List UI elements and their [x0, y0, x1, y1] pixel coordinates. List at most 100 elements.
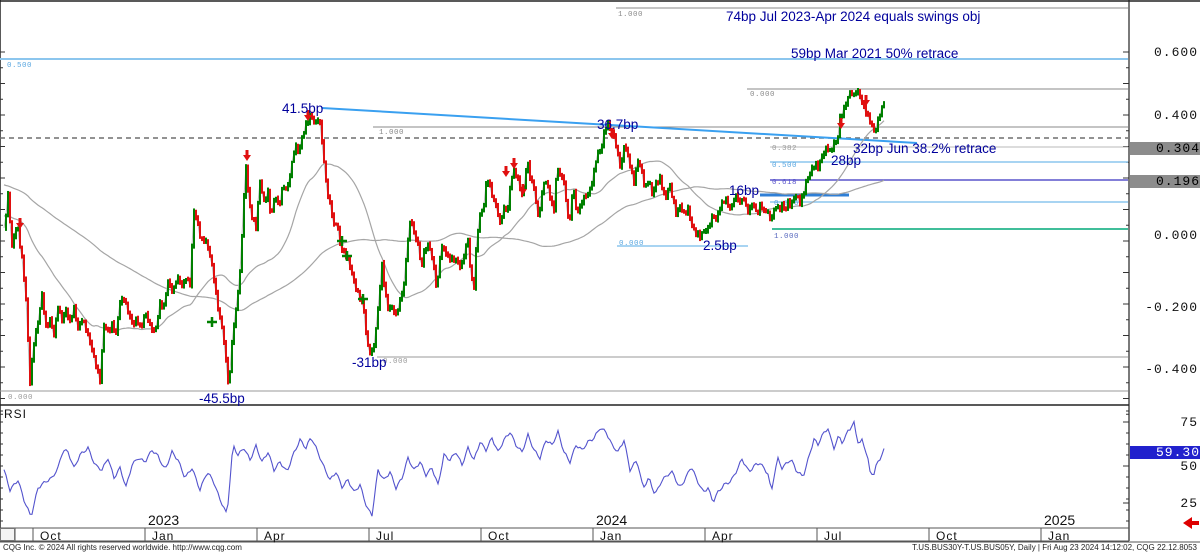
- price-bar: [767, 209, 769, 214]
- price-bar: [589, 187, 591, 197]
- price-bar: [29, 336, 31, 386]
- price-bar: [551, 195, 553, 206]
- month-label: Apr: [712, 530, 734, 542]
- fib-level-label[interactable]: 0.000: [750, 91, 775, 99]
- price-bar: [753, 202, 755, 208]
- price-bar: [873, 123, 875, 133]
- price-bar: [137, 316, 139, 326]
- price-bar: [207, 239, 209, 251]
- scroll-to-latest-arrow-icon[interactable]: [1183, 517, 1199, 529]
- fib-level-label[interactable]: 1.000: [774, 233, 799, 241]
- price-bar: [877, 116, 879, 132]
- price-bar: [449, 253, 451, 262]
- price-bar: [279, 200, 281, 206]
- price-bar: [775, 206, 777, 211]
- price-bar: [337, 223, 339, 231]
- month-label: Jan: [1048, 530, 1070, 542]
- price-bar: [453, 255, 455, 263]
- price-bar: [451, 255, 453, 263]
- price-bar: [411, 219, 413, 226]
- price-bar: [615, 133, 617, 148]
- price-bar: [711, 213, 713, 227]
- fib-level-label[interactable]: 0.500: [772, 162, 797, 170]
- annotation-text[interactable]: 59bp Mar 2021 50% retrace: [791, 46, 958, 61]
- price-bar: [325, 160, 327, 182]
- price-bar: [471, 264, 473, 281]
- buy-signal-mark-icon: [337, 240, 347, 243]
- price-bar: [405, 258, 407, 286]
- annotation-text[interactable]: 74bp Jul 2023-Apr 2024 equals swings obj: [726, 9, 980, 24]
- price-bar: [65, 307, 67, 318]
- annotation-text[interactable]: 16bp: [729, 183, 759, 198]
- month-label: Jan: [152, 530, 174, 542]
- price-bar: [415, 230, 417, 242]
- price-bar: [445, 246, 447, 257]
- price-bar: [171, 283, 173, 294]
- price-bar: [781, 202, 783, 213]
- annotation-text[interactable]: 36.7bp: [597, 117, 638, 132]
- copyright-text: CQG Inc. © 2024 All rights reserved worl…: [3, 543, 242, 552]
- price-bar: [273, 198, 275, 213]
- price-bar: [533, 179, 535, 191]
- annotation-text[interactable]: 28bp: [831, 153, 861, 168]
- price-bar: [77, 317, 79, 330]
- price-bar: [671, 183, 673, 198]
- price-bar: [217, 290, 219, 312]
- price-bar: [247, 165, 249, 193]
- sell-signal-arrow-icon: [502, 166, 510, 177]
- price-bar: [11, 220, 13, 248]
- fib-level-label[interactable]: 0.000: [383, 358, 408, 366]
- price-bar: [833, 139, 835, 152]
- price-bar: [751, 203, 753, 211]
- buy-signal-mark-icon: [342, 255, 352, 258]
- price-bar: [717, 210, 719, 222]
- price-bar: [637, 158, 639, 171]
- price-bar: [413, 221, 415, 234]
- fib-level-label[interactable]: 0.382: [772, 145, 797, 153]
- price-bar: [575, 189, 577, 210]
- price-bar: [203, 236, 205, 244]
- price-bar: [301, 135, 303, 149]
- price-bar: [83, 320, 85, 324]
- annotation-text[interactable]: 2.5bp: [703, 238, 737, 253]
- price-chart-canvas: 1.0000.5000.0001.0000.3820.5000.6180.786…: [0, 0, 1200, 554]
- price-bar: [601, 143, 603, 153]
- price-bar: [739, 197, 741, 205]
- price-bar: [227, 357, 229, 385]
- price-bar: [669, 183, 671, 192]
- fib-level-label[interactable]: 0.000: [8, 394, 33, 402]
- price-bar: [665, 190, 667, 200]
- price-bar: [81, 318, 83, 325]
- fib-level-label[interactable]: 0.000: [619, 240, 644, 248]
- price-bar: [429, 241, 431, 250]
- close-connector-line: [4, 91, 884, 385]
- price-bar: [403, 281, 405, 296]
- fib-level-label[interactable]: 0.618: [772, 179, 797, 187]
- price-bar: [515, 168, 517, 179]
- price-bar: [291, 161, 293, 178]
- price-bar: [281, 187, 283, 206]
- price-bar: [681, 203, 683, 213]
- fib-level-label[interactable]: 1.000: [618, 11, 643, 19]
- price-bar: [581, 200, 583, 209]
- price-bar: [307, 120, 309, 126]
- price-bar: [351, 265, 353, 276]
- price-bar: [881, 105, 883, 117]
- price-bar: [69, 314, 71, 323]
- annotation-text[interactable]: 41.5bp: [282, 101, 323, 116]
- annotation-text[interactable]: -45.5bp: [199, 391, 245, 406]
- price-bar: [543, 182, 545, 196]
- price-bar: [497, 203, 499, 217]
- price-bar: [221, 315, 223, 329]
- fib-level-label[interactable]: 1.000: [379, 129, 404, 137]
- price-bar: [321, 120, 323, 145]
- price-bar: [195, 210, 197, 221]
- price-bar: [75, 304, 77, 322]
- annotation-text[interactable]: -31bp: [352, 355, 387, 370]
- price-bar: [257, 201, 259, 231]
- scrollbar-stub[interactable]: [0, 528, 15, 541]
- fib-level-label[interactable]: 0.500: [7, 62, 32, 70]
- annotation-text[interactable]: 32bp Jun 38.2% retrace: [853, 141, 996, 156]
- price-bar: [493, 195, 495, 202]
- price-bar: [43, 292, 45, 315]
